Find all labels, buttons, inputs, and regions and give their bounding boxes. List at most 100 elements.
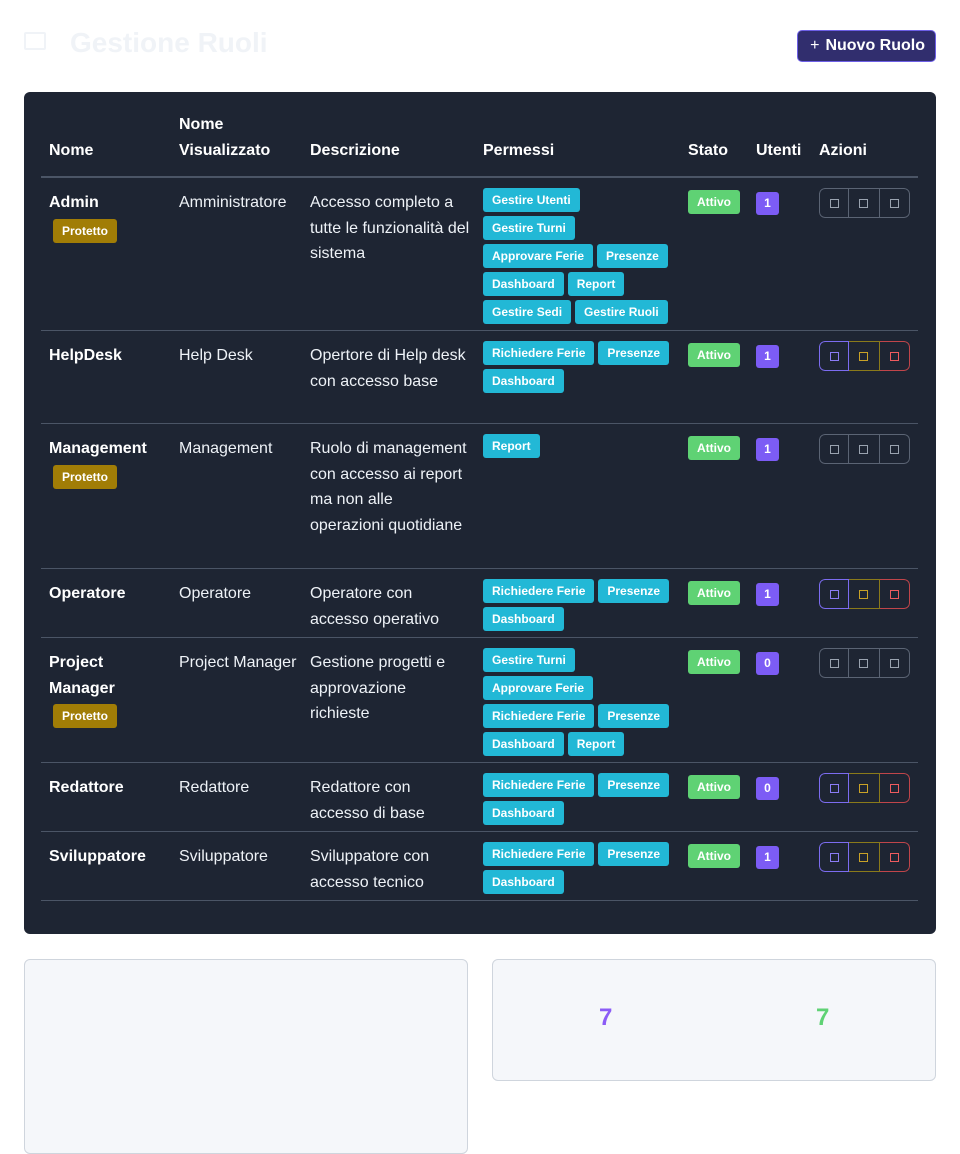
edit-button[interactable] [849, 842, 880, 872]
role-description: Redattore con accesso di base [310, 779, 425, 822]
edit-button[interactable] [849, 188, 880, 218]
column-header-nome: Nome [49, 142, 94, 159]
eye-icon [829, 589, 839, 599]
table-body: Admin Protetto Amministratore Accesso compl… [41, 178, 918, 901]
trash-icon [889, 444, 899, 454]
actions-cell [819, 648, 910, 678]
new-role-button[interactable]: + Nuovo Ruolo [797, 30, 936, 62]
eye-icon [829, 198, 839, 208]
permission-badge: Gestire Ruoli [575, 300, 668, 324]
display-name: Project Manager [179, 654, 297, 671]
display-name: Help Desk [179, 347, 253, 364]
table-row: Management Protetto Management Ruolo di man… [41, 424, 918, 569]
permissions-cell: Gestire Utenti Gestire Turni Approvare Fer… [483, 188, 675, 324]
edit-button[interactable] [849, 579, 880, 609]
total-roles-stat: 7 [599, 1004, 613, 1031]
view-button[interactable] [819, 188, 850, 218]
status-cell: Attivo [688, 774, 740, 800]
eye-icon [829, 351, 839, 361]
table-footer-divider [46, 900, 914, 901]
view-button[interactable] [819, 842, 850, 872]
role-description: Accesso completo a tutte le funzionalità… [310, 194, 470, 263]
permissions-cell: Richiedere Ferie Presenze Dashboard [483, 842, 675, 894]
permission-badge: Gestire Turni [483, 216, 575, 240]
delete-button[interactable] [879, 341, 910, 371]
role-name-cell: Project Manager Protetto [49, 650, 165, 729]
users-cell: 1 [756, 343, 779, 369]
pencil-icon [859, 444, 869, 454]
role-name-cell: Sviluppatore [49, 844, 165, 870]
status-badge: Attivo [688, 844, 740, 868]
permission-badge: Presenze [598, 842, 670, 866]
eye-icon [829, 444, 839, 454]
permission-badge: Dashboard [483, 801, 564, 825]
edit-button[interactable] [849, 648, 880, 678]
pencil-icon [859, 351, 869, 361]
roles-table-panel: Nome Nome Visualizzato Descrizione Perme… [24, 92, 936, 934]
trash-icon [889, 351, 899, 361]
permission-badge: Report [567, 272, 625, 296]
permission-badge: Gestire Sedi [483, 300, 572, 324]
role-name: Management [49, 440, 147, 457]
actions-cell [819, 773, 910, 803]
eye-icon [829, 852, 839, 862]
status-badge: Attivo [688, 343, 740, 367]
new-role-label: Nuovo Ruolo [825, 37, 925, 54]
permission-badge: Dashboard [483, 369, 564, 393]
display-name: Management [179, 440, 273, 457]
permission-badge: Approvare Ferie [483, 676, 594, 700]
permission-badge: Report [483, 434, 540, 458]
permission-badge: Richiedere Ferie [483, 704, 595, 728]
column-header-nome-visualizzato: Nome Visualizzato [179, 116, 271, 159]
stats-card: 7 7 [492, 959, 936, 1081]
actions-cell [819, 341, 910, 371]
display-name: Amministratore [179, 194, 287, 211]
protected-badge: Protetto [53, 218, 117, 243]
users-cell: 1 [756, 436, 779, 462]
protected-badge: Protetto [53, 464, 117, 489]
pencil-icon [859, 589, 869, 599]
view-button[interactable] [819, 434, 850, 464]
permission-badge: Dashboard [483, 607, 564, 631]
delete-button[interactable] [879, 579, 910, 609]
status-cell: Attivo [688, 649, 740, 675]
status-cell: Attivo [688, 843, 740, 869]
users-cell: 0 [756, 775, 779, 801]
users-cell: 1 [756, 844, 779, 870]
view-button[interactable] [819, 773, 850, 803]
permission-badge: Presenze [598, 773, 670, 797]
role-name: Project Manager [49, 654, 115, 697]
page-header: Gestione Ruoli + Nuovo Ruolo [24, 28, 936, 62]
row-actions [819, 842, 910, 872]
row-actions [819, 188, 910, 218]
status-cell: Attivo [688, 435, 740, 461]
row-actions [819, 579, 910, 609]
delete-button[interactable] [879, 773, 910, 803]
role-description: Gestione progetti e approvazione richies… [310, 654, 446, 723]
delete-button[interactable] [879, 648, 910, 678]
view-button[interactable] [819, 341, 850, 371]
role-name: Operatore [49, 585, 126, 602]
column-header-permessi: Permessi [483, 142, 555, 159]
delete-button[interactable] [879, 842, 910, 872]
pencil-icon [859, 783, 869, 793]
column-header-utenti: Utenti [756, 142, 802, 159]
permission-badge: Presenze [597, 244, 668, 268]
delete-button[interactable] [879, 188, 910, 218]
permission-badge: Gestire Utenti [483, 188, 580, 212]
role-name: Sviluppatore [49, 848, 146, 865]
permission-badge: Presenze [598, 341, 670, 365]
info-card [24, 959, 468, 1154]
view-button[interactable] [819, 648, 850, 678]
edit-button[interactable] [849, 434, 880, 464]
pencil-icon [859, 198, 869, 208]
edit-button[interactable] [849, 341, 880, 371]
view-button[interactable] [819, 579, 850, 609]
role-name: Redattore [49, 779, 124, 796]
table-row: Redattore Redattore Redattore con accesso … [41, 763, 918, 832]
users-count-badge: 1 [756, 583, 779, 606]
role-name-cell: Redattore [49, 775, 165, 801]
delete-button[interactable] [879, 434, 910, 464]
edit-button[interactable] [849, 773, 880, 803]
shield-icon [24, 32, 46, 50]
